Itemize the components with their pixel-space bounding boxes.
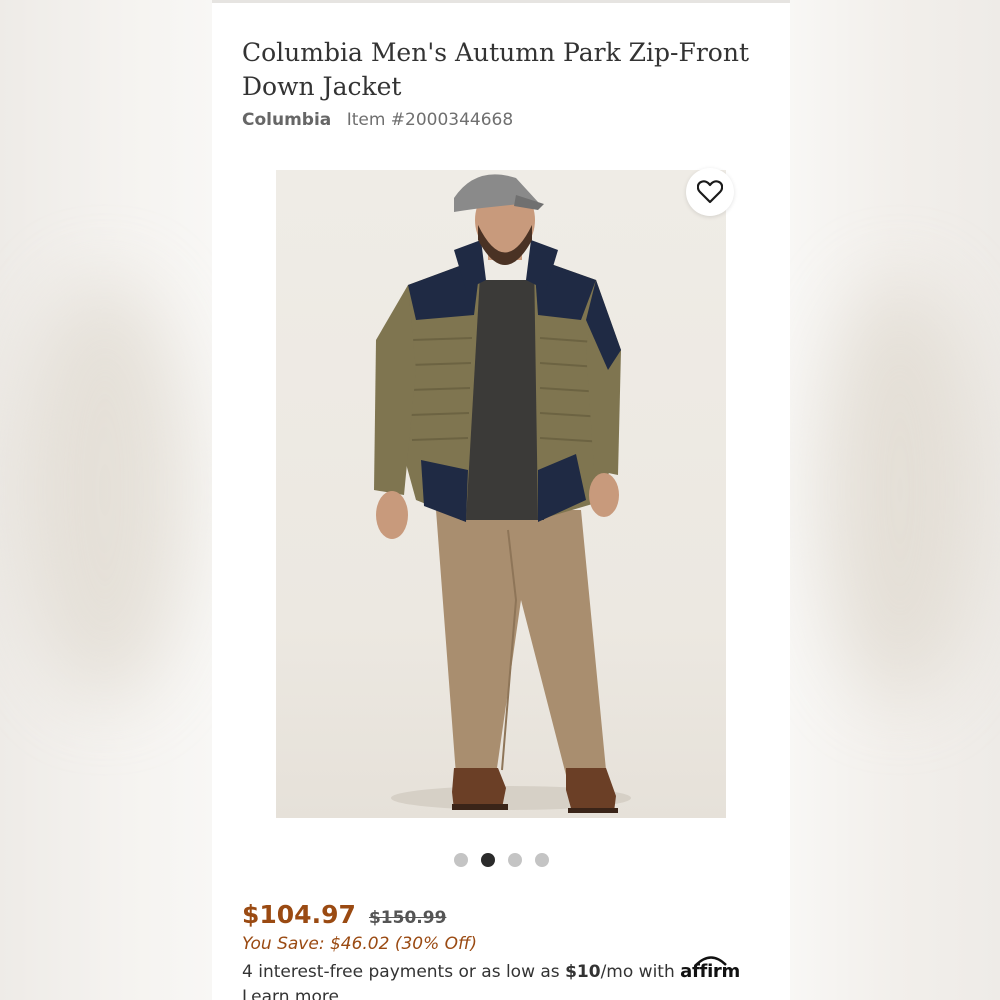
carousel-dot[interactable] — [453, 853, 468, 867]
model-illustration — [374, 174, 631, 813]
product-page: Columbia Men's Autumn Park Zip-Front Dow… — [212, 0, 790, 1000]
savings-text: You Save: $46.02 (30% Off) — [242, 934, 477, 954]
original-price: $150.99 — [368, 908, 447, 928]
brand-name[interactable]: Columbia — [242, 110, 331, 130]
product-image[interactable] — [276, 170, 726, 818]
price-row: $104.97 $150.99 — [242, 900, 446, 929]
affirm-arc-icon — [695, 956, 728, 966]
installments-suffix: /mo with — [600, 962, 681, 982]
product-title: Columbia Men's Autumn Park Zip-Front Dow… — [242, 38, 749, 101]
backdrop-blur-shape — [20, 280, 190, 700]
installments-amount: $10 — [565, 962, 601, 982]
installments-prefix: 4 interest-free payments or as low as — [242, 962, 566, 982]
learn-more-link[interactable]: Learn more — [242, 987, 339, 1000]
installments-text: 4 interest-free payments or as low as $1… — [242, 956, 740, 982]
top-divider — [212, 0, 790, 3]
backdrop-blur-shape — [820, 280, 980, 700]
product-meta: Columbia Item #2000344668 — [242, 110, 513, 130]
affirm-logo: affirm — [680, 956, 740, 982]
heart-icon — [697, 180, 723, 204]
wishlist-button[interactable] — [686, 168, 734, 216]
carousel-indicators — [212, 853, 790, 867]
sale-price: $104.97 — [242, 900, 356, 929]
carousel-dot-active[interactable] — [480, 853, 495, 867]
carousel-dot[interactable] — [534, 853, 549, 867]
carousel-dot[interactable] — [507, 853, 522, 867]
item-number: Item #2000344668 — [346, 110, 514, 130]
